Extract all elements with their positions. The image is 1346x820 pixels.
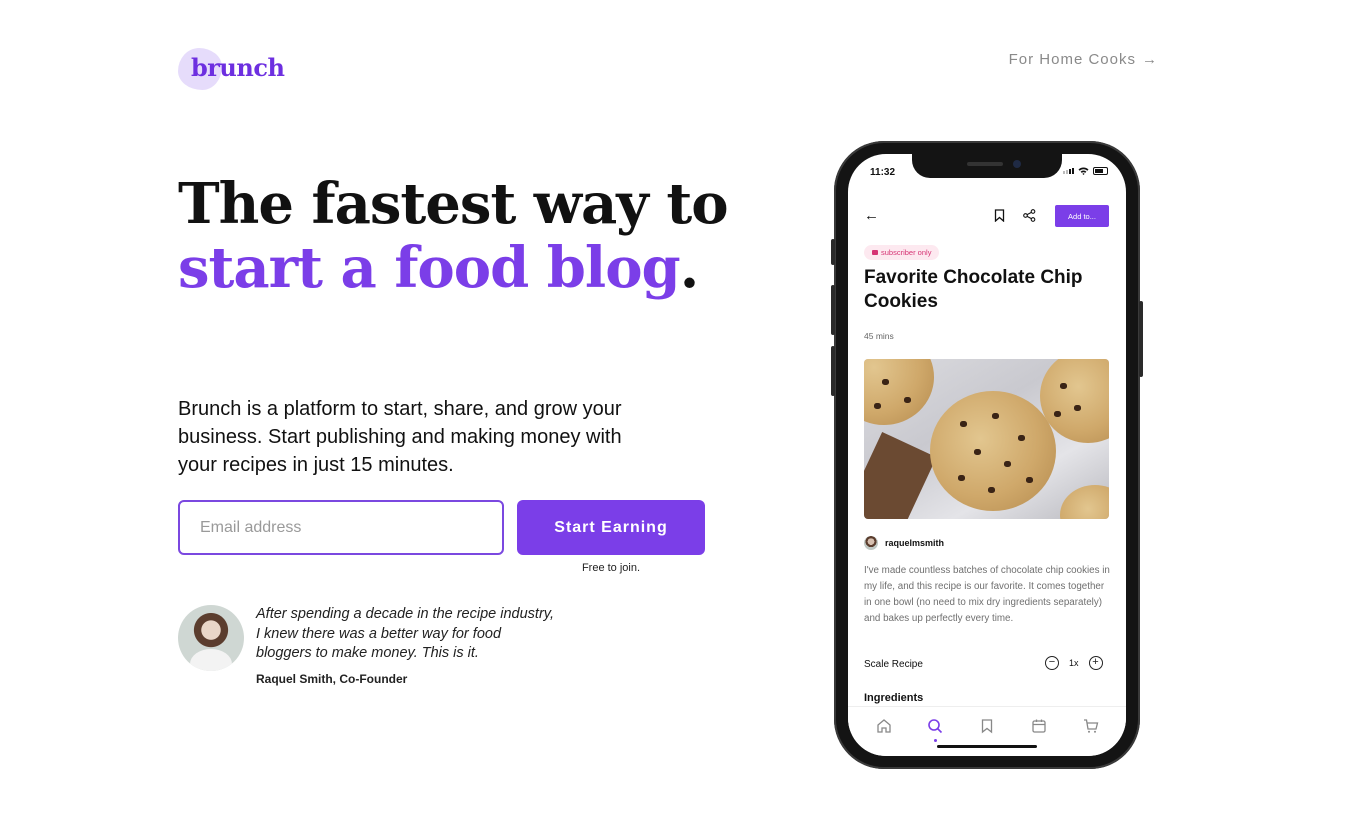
minus-icon[interactable]: − [1045, 656, 1059, 670]
lock-icon [872, 250, 878, 255]
brand-logo[interactable]: brunch [178, 46, 288, 92]
logo-text: brunch [191, 53, 285, 82]
phone-volume-up [831, 285, 835, 335]
cart-icon[interactable] [1082, 717, 1100, 735]
ingredients-heading: Ingredients [864, 692, 924, 704]
email-input[interactable] [178, 500, 504, 555]
battery-icon [1093, 167, 1108, 175]
testimonial-quote: After spending a decade in the recipe in… [256, 606, 554, 661]
scale-value: 1x [1069, 658, 1079, 668]
add-to-button[interactable]: Add to... [1055, 205, 1109, 227]
for-home-cooks-link[interactable]: For Home Cooks → [1009, 51, 1158, 68]
recipe-photo [864, 359, 1109, 519]
phone-notch [912, 154, 1062, 178]
subscriber-only-badge: subscriber only [864, 245, 940, 260]
phone-power-button [1139, 301, 1143, 377]
cookie-bottom-right [1060, 485, 1109, 519]
testimonial-author: Raquel Smith, Co-Founder [256, 672, 408, 686]
phone-screen: 11:32 ← Add to... subscriber only Favori… [848, 154, 1126, 756]
home-icon[interactable] [875, 717, 893, 735]
calendar-icon[interactable] [1030, 717, 1048, 735]
founder-avatar [178, 605, 244, 671]
cookie-center [930, 391, 1056, 511]
recipe-title: Favorite Chocolate Chip Cookies [864, 267, 1083, 312]
headline-period: . [679, 235, 699, 301]
share-icon[interactable] [1023, 209, 1036, 222]
scale-recipe-label: Scale Recipe [864, 659, 923, 670]
search-icon[interactable] [926, 717, 944, 735]
headline-accent: start a food blog [178, 235, 681, 301]
plus-icon[interactable]: + [1088, 656, 1103, 670]
hero-subcopy: Brunch is a platform to start, share, an… [178, 398, 622, 476]
active-tab-indicator [934, 739, 937, 742]
arrow-right-icon: → [1142, 51, 1158, 68]
back-arrow-icon[interactable]: ← [864, 207, 879, 224]
badge-label: subscriber only [881, 248, 932, 257]
headline-text: The fastest way to [178, 171, 729, 237]
phone-mute-switch [831, 239, 835, 265]
author-line[interactable]: raquelmsmith [864, 536, 944, 550]
author-username: raquelmsmith [885, 538, 945, 548]
author-avatar [864, 536, 878, 550]
signal-icon [1063, 168, 1074, 174]
status-icons [1063, 167, 1108, 175]
recipe-duration: 45 mins [864, 331, 894, 341]
free-to-join-note: Free to join. [581, 562, 641, 574]
wifi-icon [1078, 167, 1089, 175]
phone-volume-down [831, 346, 835, 396]
nav-link-label: For Home Cooks [1008, 51, 1136, 68]
phone-mockup: 11:32 ← Add to... subscriber only Favori… [831, 141, 1143, 769]
status-time: 11:32 [870, 167, 896, 178]
home-indicator [937, 745, 1037, 748]
bottom-tab-bar [848, 706, 1126, 756]
recipe-description: I've made countless batches of chocolate… [864, 565, 1110, 624]
scale-stepper: − 1x + [1045, 656, 1103, 670]
hero-headline: The fastest way to start a food blog. [178, 172, 738, 300]
bookmark-tab-icon[interactable] [978, 717, 996, 735]
start-earning-button[interactable]: Start Earning [517, 500, 705, 555]
cookie-top-left [864, 359, 934, 425]
bookmark-icon[interactable] [994, 209, 1005, 222]
